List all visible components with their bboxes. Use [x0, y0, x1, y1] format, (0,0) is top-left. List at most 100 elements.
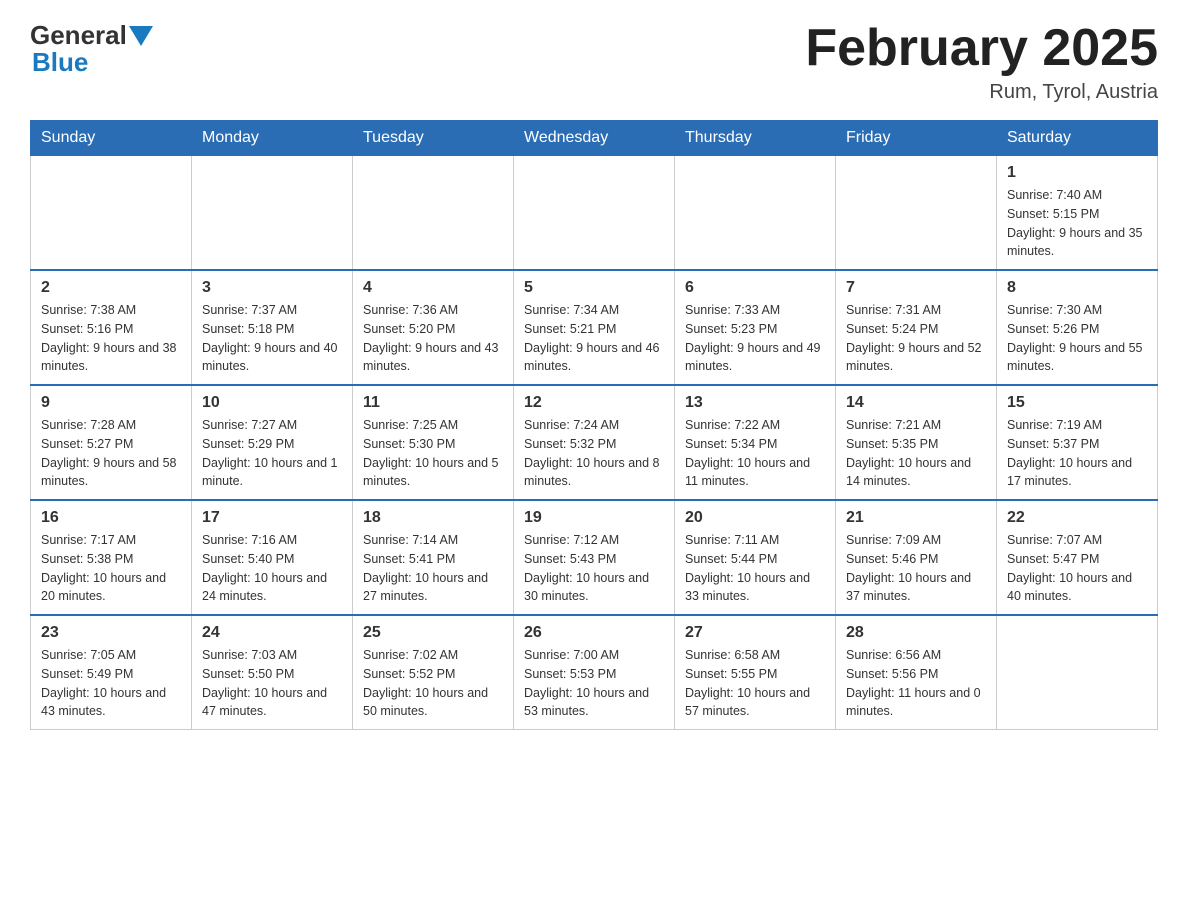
day-number: 20 [685, 509, 825, 527]
calendar-day-cell: 13 Sunrise: 7:22 AMSunset: 5:34 PMDayligh… [675, 385, 836, 500]
day-info: Sunrise: 7:30 AMSunset: 5:26 PMDaylight:… [1007, 301, 1147, 376]
calendar-day-cell: 6 Sunrise: 7:33 AMSunset: 5:23 PMDaylight… [675, 270, 836, 385]
day-info: Sunrise: 7:11 AMSunset: 5:44 PMDaylight:… [685, 531, 825, 606]
logo-triangle-icon [129, 26, 153, 46]
calendar-day-cell: 3 Sunrise: 7:37 AMSunset: 5:18 PMDaylight… [192, 270, 353, 385]
day-number: 8 [1007, 279, 1147, 297]
day-number: 4 [363, 279, 503, 297]
day-number: 19 [524, 509, 664, 527]
calendar-title: February 2025 [805, 20, 1158, 77]
calendar-day-header: Tuesday [353, 121, 514, 156]
day-info: Sunrise: 7:09 AMSunset: 5:46 PMDaylight:… [846, 531, 986, 606]
day-info: Sunrise: 7:25 AMSunset: 5:30 PMDaylight:… [363, 416, 503, 491]
calendar-day-cell [997, 615, 1158, 730]
calendar-day-cell [31, 156, 192, 271]
day-number: 21 [846, 509, 986, 527]
calendar-day-cell: 24 Sunrise: 7:03 AMSunset: 5:50 PMDayligh… [192, 615, 353, 730]
calendar-day-cell: 28 Sunrise: 6:56 AMSunset: 5:56 PMDayligh… [836, 615, 997, 730]
day-number: 18 [363, 509, 503, 527]
day-info: Sunrise: 7:22 AMSunset: 5:34 PMDaylight:… [685, 416, 825, 491]
day-info: Sunrise: 7:33 AMSunset: 5:23 PMDaylight:… [685, 301, 825, 376]
day-number: 22 [1007, 509, 1147, 527]
calendar-day-header: Thursday [675, 121, 836, 156]
calendar-day-cell: 25 Sunrise: 7:02 AMSunset: 5:52 PMDayligh… [353, 615, 514, 730]
day-info: Sunrise: 7:37 AMSunset: 5:18 PMDaylight:… [202, 301, 342, 376]
day-info: Sunrise: 6:58 AMSunset: 5:55 PMDaylight:… [685, 646, 825, 721]
calendar-day-header: Wednesday [514, 121, 675, 156]
calendar-day-cell: 16 Sunrise: 7:17 AMSunset: 5:38 PMDayligh… [31, 500, 192, 615]
calendar-day-header: Saturday [997, 121, 1158, 156]
day-number: 15 [1007, 394, 1147, 412]
day-info: Sunrise: 7:17 AMSunset: 5:38 PMDaylight:… [41, 531, 181, 606]
calendar-week-row: 23Sunrise: 7:05 AMSunset: 5:49 PMDayligh… [31, 615, 1158, 730]
day-info: Sunrise: 7:03 AMSunset: 5:50 PMDaylight:… [202, 646, 342, 721]
day-number: 16 [41, 509, 181, 527]
day-number: 12 [524, 394, 664, 412]
calendar-week-row: 9Sunrise: 7:28 AMSunset: 5:27 PMDaylight… [31, 385, 1158, 500]
day-info: Sunrise: 6:56 AMSunset: 5:56 PMDaylight:… [846, 646, 986, 721]
title-section: February 2025 Rum, Tyrol, Austria [805, 20, 1158, 104]
calendar-day-cell: 27 Sunrise: 6:58 AMSunset: 5:55 PMDayligh… [675, 615, 836, 730]
calendar-day-header: Friday [836, 121, 997, 156]
calendar-day-cell: 15 Sunrise: 7:19 AMSunset: 5:37 PMDayligh… [997, 385, 1158, 500]
day-number: 2 [41, 279, 181, 297]
day-number: 23 [41, 624, 181, 642]
day-info: Sunrise: 7:27 AMSunset: 5:29 PMDaylight:… [202, 416, 342, 491]
day-number: 26 [524, 624, 664, 642]
day-info: Sunrise: 7:19 AMSunset: 5:37 PMDaylight:… [1007, 416, 1147, 491]
day-number: 17 [202, 509, 342, 527]
calendar-day-header: Sunday [31, 121, 192, 156]
day-info: Sunrise: 7:38 AMSunset: 5:16 PMDaylight:… [41, 301, 181, 376]
day-number: 13 [685, 394, 825, 412]
calendar-day-cell: 12 Sunrise: 7:24 AMSunset: 5:32 PMDayligh… [514, 385, 675, 500]
day-info: Sunrise: 7:12 AMSunset: 5:43 PMDaylight:… [524, 531, 664, 606]
calendar-day-cell: 10 Sunrise: 7:27 AMSunset: 5:29 PMDayligh… [192, 385, 353, 500]
calendar-day-cell: 2 Sunrise: 7:38 AMSunset: 5:16 PMDaylight… [31, 270, 192, 385]
calendar-week-row: 2 Sunrise: 7:38 AMSunset: 5:16 PMDaylight… [31, 270, 1158, 385]
day-number: 27 [685, 624, 825, 642]
day-number: 24 [202, 624, 342, 642]
calendar-day-cell: 1 Sunrise: 7:40 AMSunset: 5:15 PMDaylight… [997, 156, 1158, 271]
day-number: 1 [1007, 164, 1147, 182]
calendar-day-cell: 4 Sunrise: 7:36 AMSunset: 5:20 PMDaylight… [353, 270, 514, 385]
day-info: Sunrise: 7:28 AMSunset: 5:27 PMDaylight:… [41, 416, 181, 491]
logo-blue-text: Blue [32, 47, 88, 77]
calendar-day-cell [675, 156, 836, 271]
calendar-day-cell: 11 Sunrise: 7:25 AMSunset: 5:30 PMDayligh… [353, 385, 514, 500]
day-info: Sunrise: 7:36 AMSunset: 5:20 PMDaylight:… [363, 301, 503, 376]
calendar-week-row: 16 Sunrise: 7:17 AMSunset: 5:38 PMDayligh… [31, 500, 1158, 615]
day-number: 3 [202, 279, 342, 297]
calendar-header-row: SundayMondayTuesdayWednesdayThursdayFrid… [31, 121, 1158, 156]
calendar-day-cell [192, 156, 353, 271]
calendar-day-cell: 8 Sunrise: 7:30 AMSunset: 5:26 PMDaylight… [997, 270, 1158, 385]
calendar-day-header: Monday [192, 121, 353, 156]
calendar-week-row: 1 Sunrise: 7:40 AMSunset: 5:15 PMDaylight… [31, 156, 1158, 271]
calendar-day-cell: 14 Sunrise: 7:21 AMSunset: 5:35 PMDayligh… [836, 385, 997, 500]
day-info: Sunrise: 7:21 AMSunset: 5:35 PMDaylight:… [846, 416, 986, 491]
day-info: Sunrise: 7:24 AMSunset: 5:32 PMDaylight:… [524, 416, 664, 491]
day-info: Sunrise: 7:02 AMSunset: 5:52 PMDaylight:… [363, 646, 503, 721]
calendar-day-cell: 19 Sunrise: 7:12 AMSunset: 5:43 PMDayligh… [514, 500, 675, 615]
calendar-table: SundayMondayTuesdayWednesdayThursdayFrid… [30, 120, 1158, 730]
day-info: Sunrise: 7:00 AMSunset: 5:53 PMDaylight:… [524, 646, 664, 721]
day-number: 11 [363, 394, 503, 412]
day-number: 6 [685, 279, 825, 297]
logo: General Blue [30, 20, 155, 78]
calendar-subtitle: Rum, Tyrol, Austria [805, 81, 1158, 104]
day-info: Sunrise: 7:16 AMSunset: 5:40 PMDaylight:… [202, 531, 342, 606]
calendar-day-cell: 21 Sunrise: 7:09 AMSunset: 5:46 PMDayligh… [836, 500, 997, 615]
calendar-day-cell: 20 Sunrise: 7:11 AMSunset: 5:44 PMDayligh… [675, 500, 836, 615]
calendar-day-cell: 5 Sunrise: 7:34 AMSunset: 5:21 PMDaylight… [514, 270, 675, 385]
day-number: 10 [202, 394, 342, 412]
day-number: 5 [524, 279, 664, 297]
calendar-day-cell [353, 156, 514, 271]
day-number: 14 [846, 394, 986, 412]
day-info: Sunrise: 7:40 AMSunset: 5:15 PMDaylight:… [1007, 186, 1147, 261]
page-header: General Blue February 2025 Rum, Tyrol, A… [30, 20, 1158, 104]
day-number: 25 [363, 624, 503, 642]
day-info: Sunrise: 7:34 AMSunset: 5:21 PMDaylight:… [524, 301, 664, 376]
day-number: 28 [846, 624, 986, 642]
calendar-day-cell: 7Sunrise: 7:31 AMSunset: 5:24 PMDaylight… [836, 270, 997, 385]
day-info: Sunrise: 7:07 AMSunset: 5:47 PMDaylight:… [1007, 531, 1147, 606]
calendar-day-cell [836, 156, 997, 271]
